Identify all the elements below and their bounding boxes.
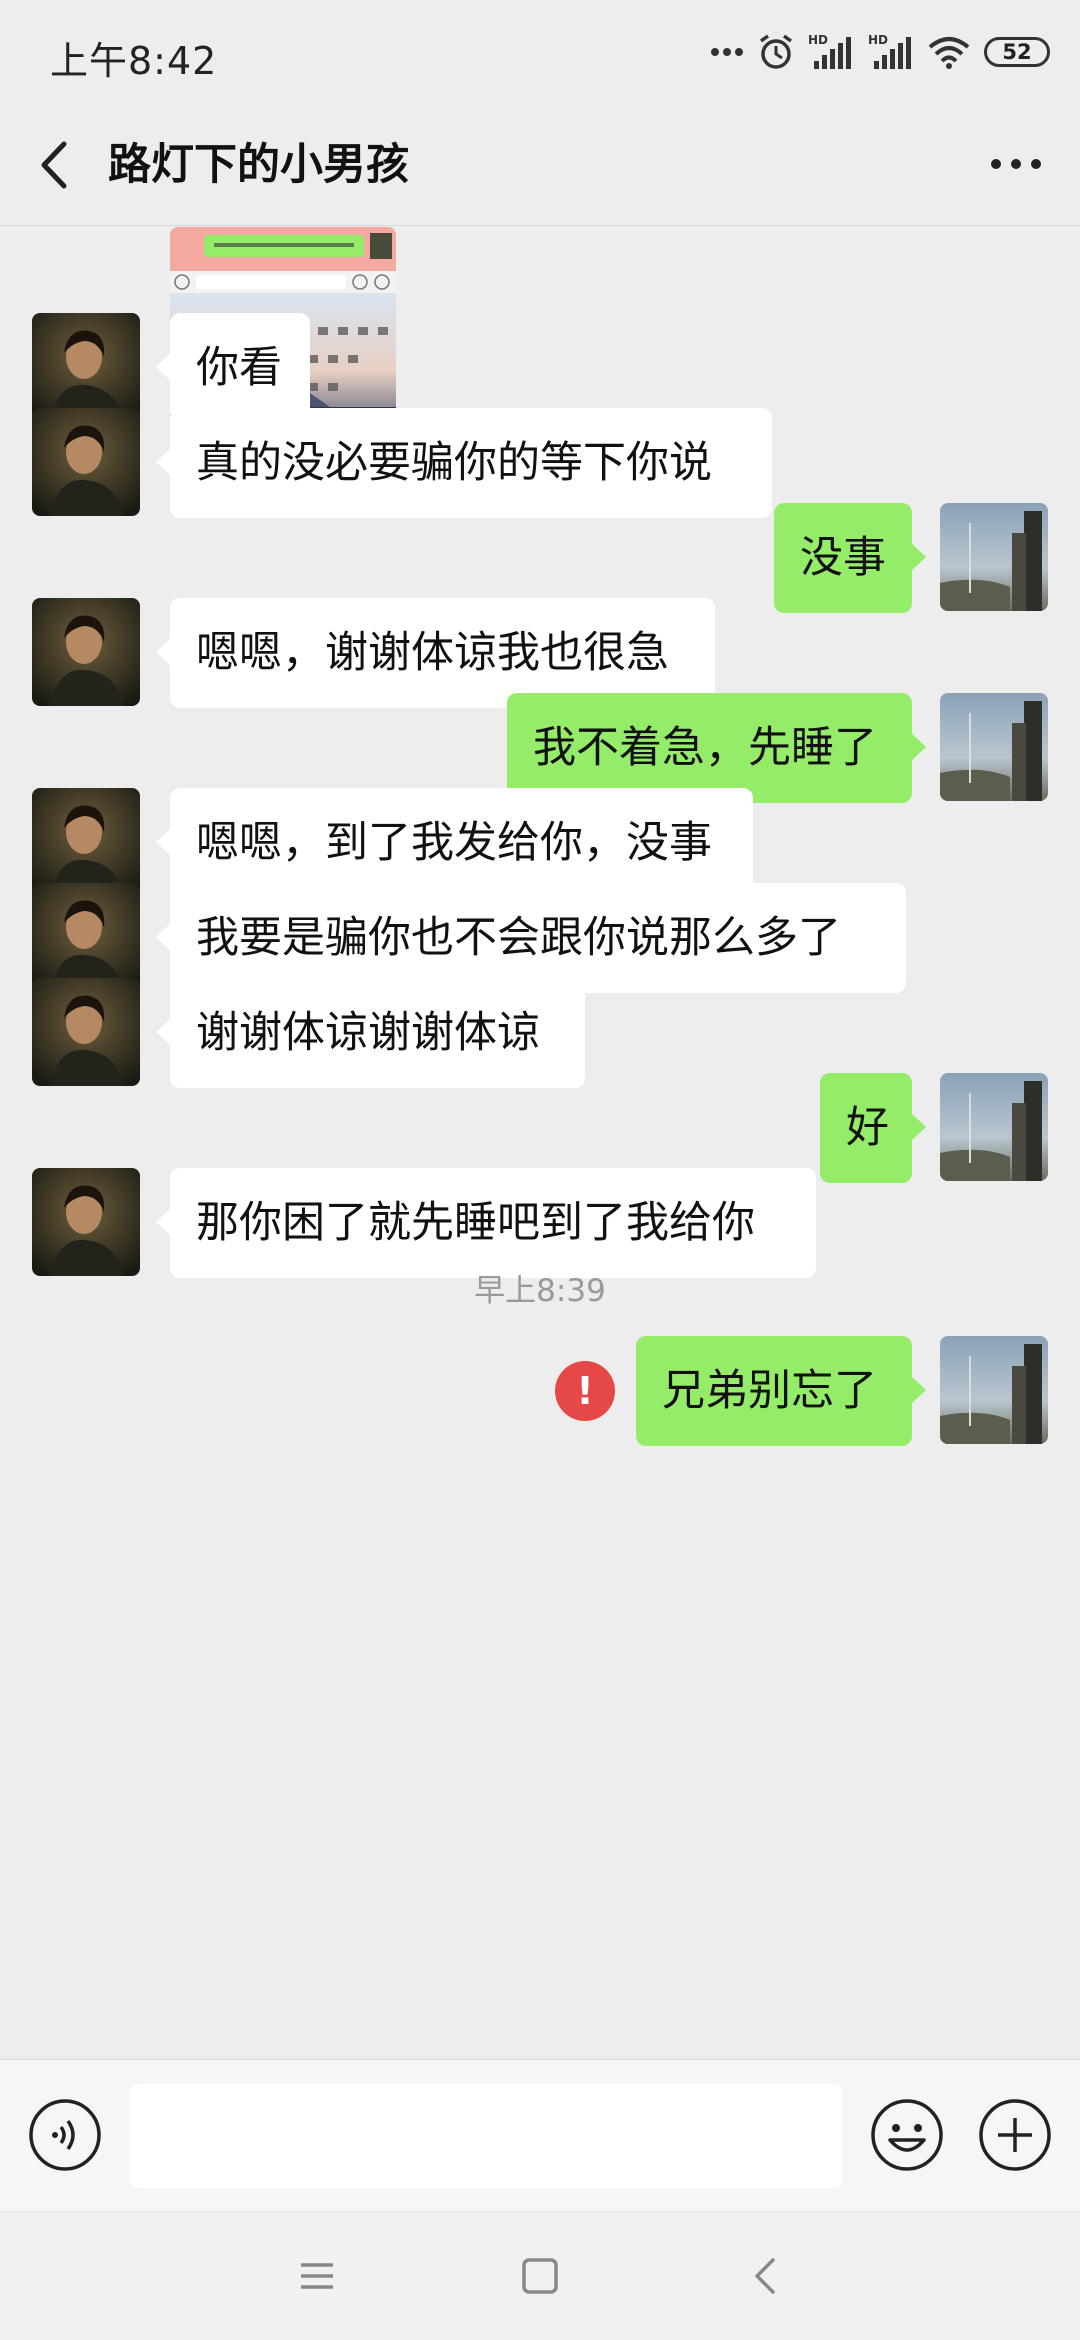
emoji-icon bbox=[871, 2099, 943, 2171]
message-bubble-in[interactable]: 真的没必要骗你的等下你说 bbox=[156, 408, 772, 518]
home-button[interactable] bbox=[514, 2250, 566, 2302]
plus-icon bbox=[979, 2099, 1051, 2171]
chat-screen: 上午8:42 HD HD 52 路灯下的小男孩 你看 真的没必要骗你的等下你说 … bbox=[0, 0, 1080, 2340]
back-arrow-icon bbox=[41, 141, 67, 189]
contact-avatar[interactable] bbox=[32, 408, 140, 516]
message-bubble-in[interactable]: 我要是骗你也不会跟你说那么多了 bbox=[156, 883, 906, 993]
wifi-icon bbox=[928, 37, 970, 69]
recents-button[interactable] bbox=[291, 2250, 343, 2302]
message-bubble-in[interactable]: 那你困了就先睡吧到了我给你 bbox=[156, 1168, 816, 1278]
back-button[interactable] bbox=[34, 134, 86, 196]
message-list[interactable]: 你看 真的没必要骗你的等下你说 没事 嗯嗯，谢谢体谅我也很急 我不着急，先睡了 嗯嗯，到了… bbox=[0, 227, 1080, 2059]
message-bubble-in[interactable]: 嗯嗯，到了我发给你，没事 bbox=[156, 788, 753, 898]
status-icons: HD HD 52 bbox=[710, 30, 1050, 74]
status-time: 上午8:42 bbox=[50, 39, 218, 83]
hd-signal-icon: HD bbox=[808, 33, 851, 69]
my-avatar[interactable] bbox=[940, 503, 1048, 611]
contact-avatar[interactable] bbox=[32, 883, 140, 991]
more-actions-button[interactable] bbox=[978, 2098, 1052, 2172]
message-bubble-in[interactable]: 谢谢体谅谢谢体谅 bbox=[156, 978, 585, 1088]
my-avatar[interactable] bbox=[940, 693, 1048, 801]
send-failed-icon[interactable]: ! bbox=[555, 1361, 615, 1421]
menu-icon bbox=[301, 2263, 333, 2289]
svg-text:HD: HD bbox=[868, 33, 888, 47]
message-bubble-out[interactable]: 兄弟别忘了 bbox=[636, 1336, 926, 1446]
contact-avatar[interactable] bbox=[32, 598, 140, 706]
emoji-button[interactable] bbox=[870, 2098, 944, 2172]
input-bar bbox=[0, 2059, 1080, 2211]
contact-avatar[interactable] bbox=[32, 1168, 140, 1276]
hd-signal-icon: HD bbox=[868, 33, 911, 69]
status-bar: 上午8:42 HD HD 52 bbox=[0, 0, 1080, 104]
system-back-button[interactable] bbox=[741, 2250, 793, 2302]
back-icon bbox=[755, 2258, 775, 2294]
message-input[interactable] bbox=[130, 2084, 842, 2188]
message-bubble-out[interactable]: 我不着急，先睡了 bbox=[507, 693, 926, 803]
message-bubble-out[interactable]: 没事 bbox=[774, 503, 926, 613]
home-icon bbox=[522, 2258, 558, 2294]
contact-avatar[interactable] bbox=[32, 313, 140, 421]
voice-icon bbox=[29, 2099, 101, 2171]
header-bar: 路灯下的小男孩 bbox=[0, 104, 1080, 226]
alarm-icon bbox=[759, 34, 793, 69]
my-avatar[interactable] bbox=[940, 1336, 1048, 1444]
chat-title: 路灯下的小男孩 bbox=[108, 140, 409, 190]
message-bubble-in[interactable]: 嗯嗯，谢谢体谅我也很急 bbox=[156, 598, 715, 708]
more-icon bbox=[991, 159, 1041, 169]
more-dots-icon bbox=[711, 48, 743, 56]
battery-icon: 52 bbox=[984, 37, 1050, 67]
more-button[interactable] bbox=[986, 144, 1046, 184]
my-avatar[interactable] bbox=[940, 1073, 1048, 1181]
contact-avatar[interactable] bbox=[32, 788, 140, 896]
voice-button[interactable] bbox=[28, 2098, 102, 2172]
contact-avatar[interactable] bbox=[32, 978, 140, 1086]
message-bubble-out[interactable]: 好 bbox=[820, 1073, 926, 1183]
system-navigation-bar bbox=[0, 2211, 1080, 2340]
message-bubble-in[interactable]: 你看 bbox=[156, 313, 310, 423]
svg-text:HD: HD bbox=[808, 33, 828, 47]
time-divider: 早上8:39 bbox=[474, 1273, 606, 1309]
